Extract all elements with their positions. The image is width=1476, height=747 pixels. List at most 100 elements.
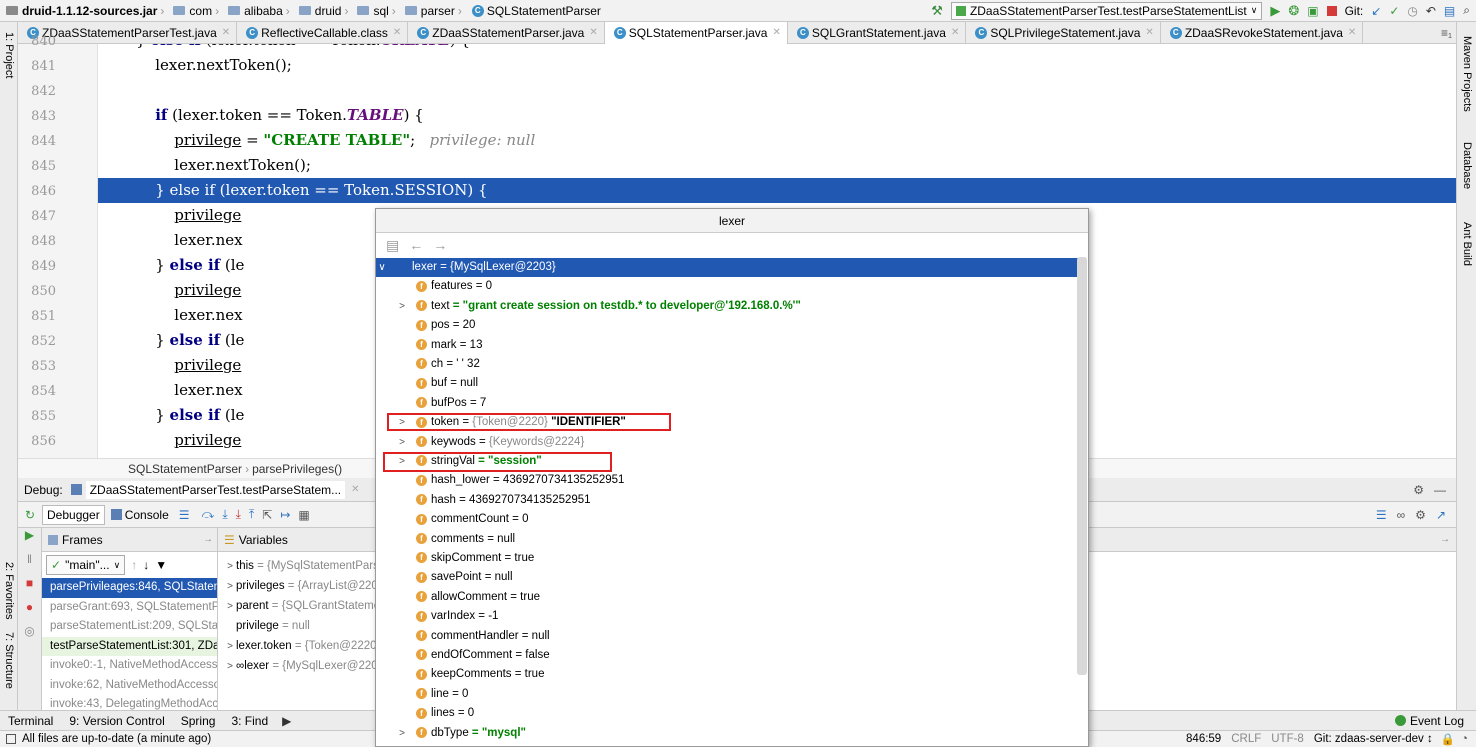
thread-select[interactable]: ✓ "main"... ∨	[46, 555, 126, 575]
inspector-icon[interactable]: ◔	[1461, 733, 1468, 745]
stack-frame[interactable]: invoke:62, NativeMethodAccessorImpl	[42, 676, 217, 696]
forward-arrow-icon[interactable]: →	[433, 237, 447, 253]
breadcrumb-item[interactable]: druid-1.1.12-sources.jar ›	[4, 0, 171, 22]
stop-icon[interactable]	[1326, 5, 1337, 16]
lexer-inspect-popup[interactable]: lexer ▤ ← → ∨ lexer = {MySqlLexer@2203} f f…	[375, 208, 1089, 747]
filter-icon[interactable]: ▼	[155, 558, 167, 572]
rerun-icon[interactable]: ↻	[18, 508, 42, 522]
pause-icon[interactable]: ‖	[18, 552, 41, 576]
frame-down-icon[interactable]: ↓	[143, 558, 149, 572]
editor-tab[interactable]: C SQLStatementParser.java ✕	[604, 21, 788, 44]
close-icon[interactable]: ✕	[951, 27, 959, 38]
field-row[interactable]: > f keywods = {Keywords@2224}	[376, 433, 1079, 452]
field-row[interactable]: f allowComment = true	[376, 588, 1079, 607]
field-row[interactable]: f comments = null	[376, 530, 1079, 549]
field-row[interactable]: f pos = 20	[376, 316, 1079, 335]
bottom-tool-tab[interactable]: 3: Find	[231, 714, 268, 728]
field-row[interactable]: f hash = 4369270734135252951	[376, 491, 1079, 510]
stack-frame[interactable]: parseGrant:693, SQLStatementParser	[42, 598, 217, 618]
bottom-tool-tab[interactable]: 9: Version Control	[69, 714, 164, 728]
run-icon[interactable]: ▶	[1270, 3, 1280, 19]
ant-build-tool-button[interactable]: Ant Build	[1461, 222, 1473, 266]
field-row[interactable]: f mark = 13	[376, 336, 1079, 355]
popup-root-row[interactable]: ∨ lexer = {MySqlLexer@2203}	[376, 258, 1079, 278]
settings-icon[interactable]: ⚙	[1415, 508, 1426, 522]
bottom-tool-tab[interactable]: Spring	[181, 714, 216, 728]
bottom-tool-tab[interactable]: Terminal	[8, 714, 53, 728]
menu-icon[interactable]: ☰	[179, 508, 190, 522]
frame-up-icon[interactable]: ↑	[131, 558, 137, 572]
field-row[interactable]: f features = 0	[376, 277, 1079, 296]
stack-frame[interactable]: testParseStatementList:301, ZDaaSStateme…	[42, 636, 217, 656]
back-arrow-icon[interactable]: ←	[409, 237, 423, 253]
close-icon[interactable]: ✕	[1145, 27, 1153, 38]
stop-icon[interactable]: ■	[18, 576, 41, 600]
field-row[interactable]: f savePoint = null	[376, 568, 1079, 587]
breadcrumb-item[interactable]: sql ›	[355, 0, 402, 22]
expand-arrow-icon[interactable]: >	[396, 433, 408, 452]
code-line[interactable]: } else if (lexer.token == Token.SESSION)…	[98, 178, 1456, 203]
expand-arrow-icon[interactable]: >	[224, 657, 236, 676]
expand-arrow-icon[interactable]: >	[224, 597, 236, 616]
close-icon[interactable]: ✕	[1348, 27, 1356, 38]
project-structure-icon[interactable]: ▤	[1444, 4, 1455, 18]
drop-frame-icon[interactable]: ⇱	[262, 508, 272, 522]
debugger-tab[interactable]: Debugger	[42, 504, 105, 525]
expand-arrow-icon[interactable]: >	[224, 557, 236, 576]
stack-frame[interactable]: parsePrivileages:846, SQLStatementParser	[42, 578, 217, 598]
cursor-position[interactable]: 846:59	[1186, 733, 1221, 745]
git-update-icon[interactable]: ↙	[1371, 4, 1381, 18]
breadcrumb-item[interactable]: alibaba ›	[226, 0, 297, 22]
debug-session-tab[interactable]: ZDaaSStatementParserTest.testParseStatem…	[85, 480, 346, 499]
field-row[interactable]: f buf = null	[376, 374, 1079, 393]
field-row[interactable]: > f text = "grant create session on testdb…	[376, 297, 1079, 316]
step-into-icon[interactable]: ⤓	[222, 507, 227, 522]
resume-icon[interactable]: ▶	[18, 528, 41, 552]
gear-icon[interactable]: ⚙	[1413, 483, 1424, 497]
git-commit-icon[interactable]: ✓	[1389, 4, 1399, 18]
build-hammer-icon[interactable]: ⚒	[931, 3, 943, 19]
code-line[interactable]: if (lexer.token == Token.TABLE) {	[98, 103, 1456, 128]
console-tab[interactable]: Console	[125, 508, 169, 522]
expand-arrow-icon[interactable]: >	[224, 637, 236, 656]
editor-tab[interactable]: C ZDaaSRevokeStatement.java ✕	[1161, 21, 1364, 44]
close-icon[interactable]: ✕	[772, 27, 780, 38]
evaluate-icon[interactable]: ▦	[298, 508, 309, 522]
step-out-icon[interactable]: ⤒	[249, 507, 254, 522]
field-row[interactable]: > f dbType = "mysql"	[376, 724, 1079, 743]
debug-icon[interactable]: ❂	[1288, 3, 1299, 19]
encoding[interactable]: UTF-8	[1271, 733, 1304, 745]
watches-icon[interactable]: ∞	[1397, 508, 1406, 522]
field-row[interactable]: f ch = ' ' 32	[376, 355, 1079, 374]
history-icon[interactable]: ◷	[1407, 4, 1417, 18]
code-line[interactable]: lexer.nextToken();	[98, 53, 1456, 78]
editor-tab[interactable]: C ZDaaSStatementParser.java ✕	[408, 21, 605, 44]
database-tool-button[interactable]: Database	[1461, 142, 1473, 189]
field-row[interactable]: f endOfComment = false	[376, 646, 1079, 665]
breadcrumb-item[interactable]: C SQLStatementParser	[469, 0, 605, 22]
lock-icon[interactable]: 🔒	[1441, 732, 1455, 746]
mute-breakpoints-icon[interactable]: ◎	[18, 624, 41, 648]
pin-icon[interactable]: →	[1440, 534, 1450, 545]
restore-layout-icon[interactable]: ☰	[1376, 508, 1387, 522]
field-row[interactable]: f hash_lower = 4369270734135252951	[376, 471, 1079, 490]
pin-icon[interactable]: ↗	[1436, 508, 1446, 522]
editor-tab[interactable]: C SQLPrivilegeStatement.java ✕	[966, 21, 1161, 44]
field-row[interactable]: f commentCount = 0	[376, 510, 1079, 529]
expand-arrow-icon[interactable]: >	[396, 724, 408, 743]
breadcrumb-item[interactable]: druid ›	[297, 0, 356, 22]
code-line[interactable]	[98, 78, 1456, 103]
play-icon[interactable]: ▶	[282, 714, 291, 728]
coverage-icon[interactable]: ▣	[1307, 4, 1318, 18]
expand-arrow-icon[interactable]: >	[224, 577, 236, 596]
run-config-select[interactable]: ZDaaSStatementParserTest.testParseStatem…	[950, 1, 1263, 20]
step-over-icon[interactable]: ⤼	[202, 507, 215, 522]
code-line[interactable]: lexer.nextToken();	[98, 153, 1456, 178]
field-row[interactable]: f bufPos = 7	[376, 394, 1079, 413]
git-branch[interactable]: Git: zdaas-server-dev ↕	[1314, 733, 1433, 745]
favorites-tool-button[interactable]: 2: Favorites	[3, 562, 15, 619]
popup-menu-icon[interactable]: ▤	[386, 237, 399, 254]
breadcrumb-item[interactable]: com ›	[171, 0, 226, 22]
close-icon[interactable]: ✕	[589, 27, 597, 38]
field-row[interactable]: f skipComment = true	[376, 549, 1079, 568]
